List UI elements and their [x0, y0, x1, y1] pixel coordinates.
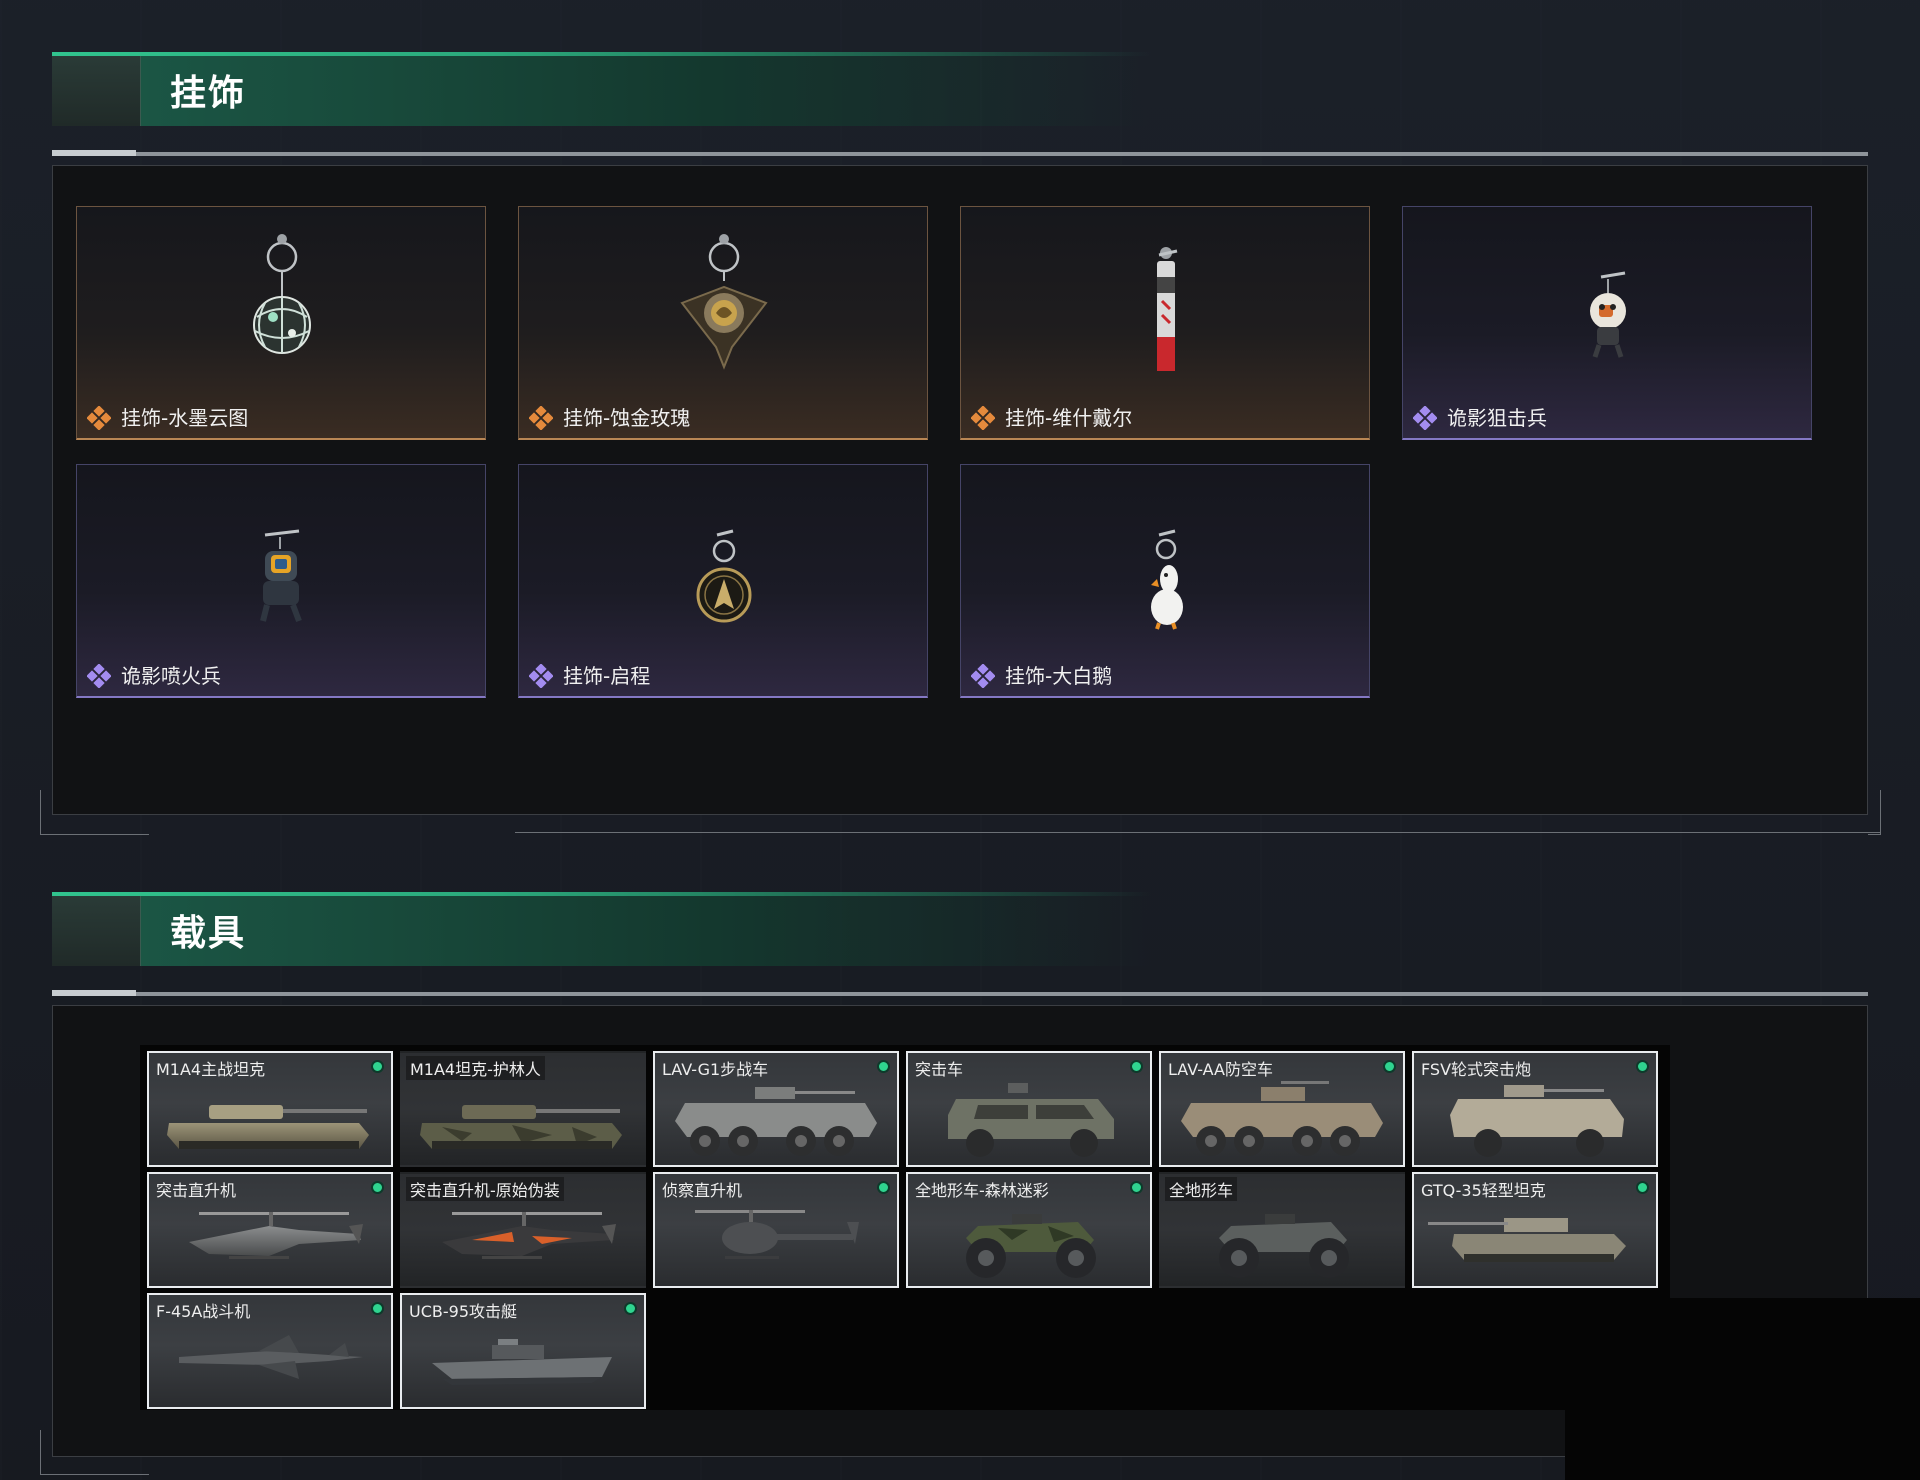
vehicle-label: LAV-G1步战车 [662, 1060, 769, 1079]
owned-indicator-icon [371, 1181, 384, 1194]
vehicle-card[interactable]: LAV-G1步战车 [653, 1051, 899, 1167]
divider-tick [52, 990, 136, 996]
vehicle-label: 全地形车 [1165, 1177, 1238, 1201]
vehicle-label: 突击直升机 [156, 1181, 237, 1200]
vehicle-card[interactable]: LAV-AA防空车 [1159, 1051, 1405, 1167]
sniper-figure-charm-icon [1403, 217, 1811, 377]
flamethrower-figure-charm-icon [77, 475, 485, 635]
vehicle-label: M1A4主战坦克 [156, 1060, 266, 1079]
vehicle-card[interactable]: M1A4坦克-护林人 [400, 1051, 646, 1167]
vehicle-label: 侦察直升机 [662, 1181, 743, 1200]
rose-charm-icon [519, 217, 927, 377]
charm-card[interactable]: 挂饰-大白鹅 [960, 464, 1370, 698]
owned-indicator-icon [1636, 1060, 1649, 1073]
atv-camo-icon [908, 1196, 1150, 1286]
charm-label: 挂饰-大白鹅 [1005, 664, 1113, 688]
owned-indicator-icon [371, 1060, 384, 1073]
rarity-orange-icon [86, 405, 112, 431]
charm-card[interactable]: 诡影狙击兵 [1402, 206, 1812, 440]
charm-label: 诡影狙击兵 [1447, 406, 1547, 430]
charm-label: 挂饰-维什戴尔 [1005, 406, 1133, 430]
panel-bracket-right [1868, 790, 1881, 835]
assault-car-icon [908, 1075, 1150, 1165]
attack-helicopter-camo-icon [402, 1196, 644, 1286]
vehicle-card[interactable]: FSV轮式突击炮 [1412, 1051, 1658, 1167]
section-divider [52, 990, 1868, 996]
vehicle-label: UCB-95攻击艇 [409, 1302, 517, 1321]
attack-boat-icon [402, 1317, 644, 1407]
owned-indicator-icon [371, 1302, 384, 1315]
corner-mask [1565, 1298, 1920, 1480]
goose-charm-icon [961, 475, 1369, 635]
owned-indicator-icon [1383, 1060, 1396, 1073]
wheeled-gun-icon [1414, 1075, 1656, 1165]
vehicle-card[interactable]: GTQ-35轻型坦克 [1412, 1172, 1658, 1288]
vehicle-label: 全地形车-森林迷彩 [915, 1181, 1049, 1200]
divider-tick [52, 150, 136, 156]
header-accent-line [52, 892, 1152, 896]
charm-card[interactable]: 挂饰-蚀金玫瑰 [518, 206, 928, 440]
vehicle-card[interactable]: 侦察直升机 [653, 1172, 899, 1288]
scout-helicopter-icon [655, 1196, 897, 1286]
rarity-purple-icon [1412, 405, 1438, 431]
header-stub [52, 896, 141, 966]
globe-charm-icon [77, 217, 485, 377]
owned-indicator-icon [624, 1302, 637, 1315]
vehicle-card[interactable]: UCB-95攻击艇 [400, 1293, 646, 1409]
charm-label: 诡影喷火兵 [121, 664, 221, 688]
section-header-charms: 挂饰 [52, 52, 1152, 126]
vehicle-card[interactable]: 突击车 [906, 1051, 1152, 1167]
vehicle-label: LAV-AA防空车 [1168, 1060, 1273, 1079]
charm-label: 挂饰-水墨云图 [121, 406, 249, 430]
charm-card[interactable]: 挂饰-水墨云图 [76, 206, 486, 440]
section-title: 载具 [170, 913, 247, 954]
section-header-vehicles: 载具 [52, 892, 1152, 966]
tank-camo-icon [402, 1075, 644, 1165]
rarity-purple-icon [86, 663, 112, 689]
aa-vehicle-icon [1161, 1075, 1403, 1165]
vehicle-card[interactable]: 全地形车 [1159, 1172, 1405, 1288]
attack-helicopter-icon [149, 1196, 391, 1286]
rarity-orange-icon [970, 405, 996, 431]
charm-card[interactable]: 挂饰-启程 [518, 464, 928, 698]
charm-label: 挂饰-蚀金玫瑰 [563, 406, 691, 430]
owned-indicator-icon [877, 1060, 890, 1073]
medallion-charm-icon [519, 475, 927, 635]
header-accent-line [52, 52, 1152, 56]
vehicle-card[interactable]: 突击直升机-原始伪装 [400, 1172, 646, 1288]
charm-card[interactable]: 诡影喷火兵 [76, 464, 486, 698]
owned-indicator-icon [1130, 1181, 1143, 1194]
rarity-purple-icon [528, 663, 554, 689]
vehicle-card[interactable]: F-45A战斗机 [147, 1293, 393, 1409]
vehicle-label: GTQ-35轻型坦克 [1421, 1181, 1546, 1200]
charm-card[interactable]: 挂饰-维什戴尔 [960, 206, 1370, 440]
tag-charm-icon [961, 217, 1369, 377]
vehicle-card[interactable]: 全地形车-森林迷彩 [906, 1172, 1152, 1288]
owned-indicator-icon [1130, 1060, 1143, 1073]
vehicle-label: 突击直升机-原始伪装 [406, 1177, 564, 1201]
vehicle-card[interactable]: 突击直升机 [147, 1172, 393, 1288]
charm-label: 挂饰-启程 [563, 664, 651, 688]
vehicle-label: 突击车 [915, 1060, 964, 1079]
vehicle-label: F-45A战斗机 [156, 1302, 251, 1321]
section-divider [52, 150, 1868, 156]
vehicle-card[interactable]: M1A4主战坦克 [147, 1051, 393, 1167]
rarity-orange-icon [528, 405, 554, 431]
fighter-jet-icon [149, 1317, 391, 1407]
light-tank-icon [1414, 1196, 1656, 1286]
rarity-purple-icon [970, 663, 996, 689]
ifv-icon [655, 1075, 897, 1165]
panel-bracket-bottom [515, 832, 1880, 833]
section-title: 挂饰 [170, 73, 247, 114]
owned-indicator-icon [1636, 1181, 1649, 1194]
tank-icon [149, 1075, 391, 1165]
vehicle-label: FSV轮式突击炮 [1421, 1060, 1532, 1079]
atv-icon [1161, 1196, 1403, 1286]
owned-indicator-icon [877, 1181, 890, 1194]
vehicle-label: M1A4坦克-护林人 [406, 1056, 545, 1080]
header-stub [52, 56, 141, 126]
